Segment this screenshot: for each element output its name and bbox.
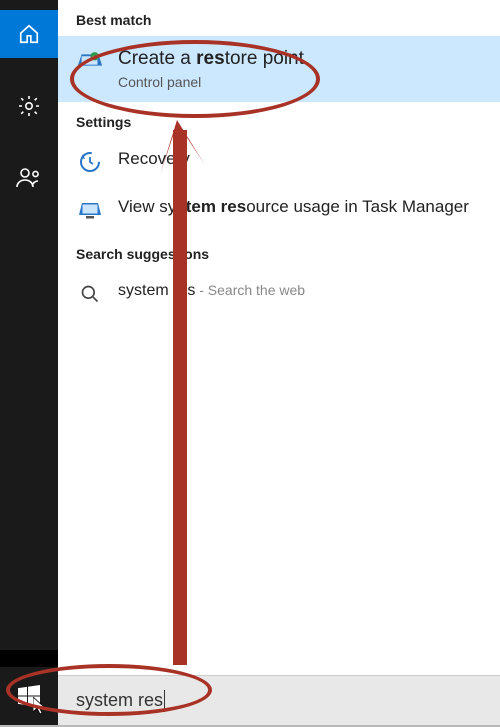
- settings-result-recovery[interactable]: Recovery: [58, 138, 500, 186]
- search-input-value: system res: [76, 690, 163, 711]
- sidebar-settings[interactable]: [0, 82, 58, 130]
- result-title: Create a restore point: [118, 46, 482, 72]
- result-title: Recovery: [118, 148, 482, 171]
- cursor-icon: [33, 697, 47, 715]
- sidebar-people[interactable]: [0, 154, 58, 202]
- home-icon: [18, 23, 40, 45]
- start-button[interactable]: [0, 667, 58, 725]
- result-title: View system resource usage in Task Manag…: [118, 196, 482, 219]
- text-cursor: [164, 690, 165, 712]
- result-subtitle: Control panel: [118, 73, 482, 92]
- search-results-panel: Best match Create a restore point Contro…: [58, 0, 500, 725]
- settings-header: Settings: [58, 102, 500, 138]
- search-icon: [76, 280, 104, 308]
- search-input[interactable]: system res: [58, 675, 500, 725]
- suggestion-text: system res - Search the web: [118, 280, 482, 302]
- settings-result-taskmanager[interactable]: View system resource usage in Task Manag…: [58, 186, 500, 234]
- best-match-result[interactable]: Create a restore point Control panel: [58, 36, 500, 102]
- restore-point-icon: [76, 46, 104, 74]
- sidebar-home[interactable]: [0, 10, 58, 58]
- gear-icon: [17, 94, 41, 118]
- web-suggestion[interactable]: system res - Search the web: [58, 270, 500, 318]
- search-categories-sidebar: [0, 0, 58, 725]
- best-match-header: Best match: [58, 0, 500, 36]
- recovery-icon: [76, 148, 104, 176]
- people-icon: [16, 166, 42, 190]
- monitor-icon: [76, 196, 104, 224]
- suggestions-header: Search suggestions: [58, 234, 500, 270]
